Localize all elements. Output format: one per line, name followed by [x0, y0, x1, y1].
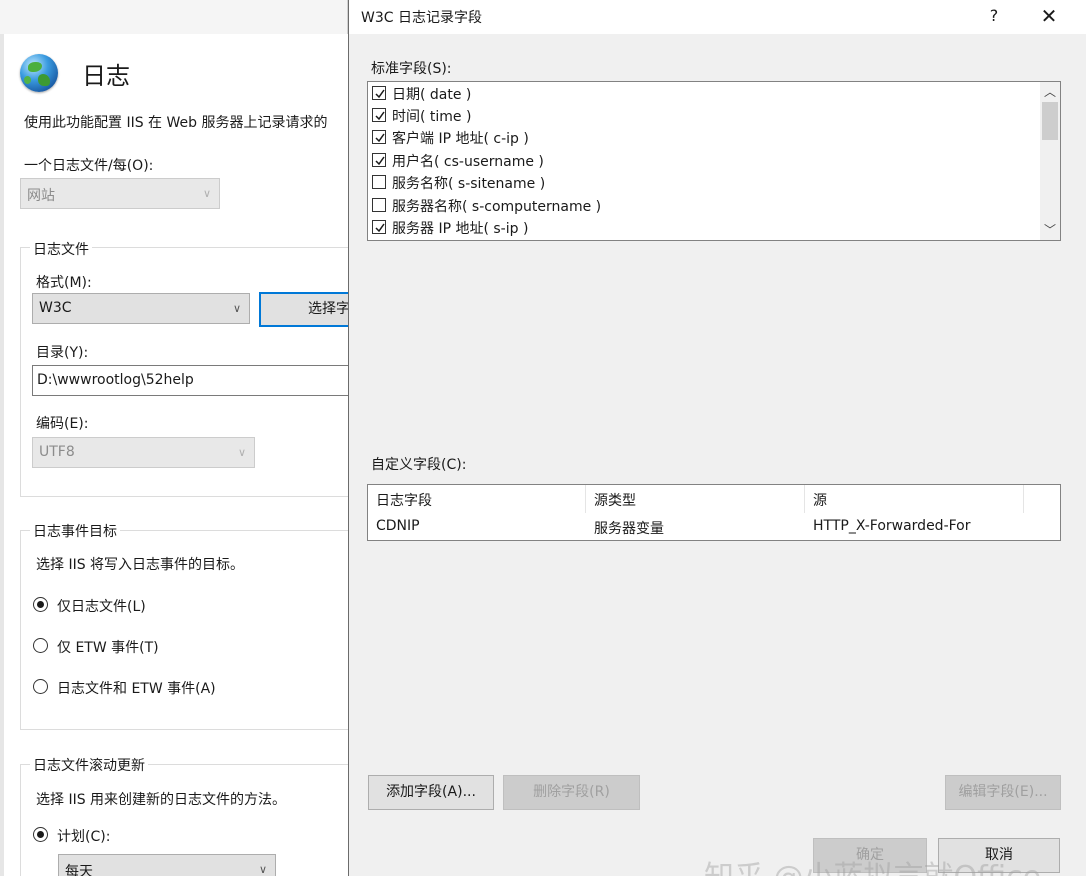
add-field-button[interactable]: 添加字段(A)...	[368, 775, 494, 810]
radio-log-file-only[interactable]	[33, 597, 48, 612]
list-item[interactable]: 服务名称( s-sitename )	[370, 172, 1038, 194]
remove-field-button[interactable]: 删除字段(R)	[503, 775, 640, 810]
page-description: 使用此功能配置 IIS 在 Web 服务器上记录请求的	[24, 115, 328, 131]
watermark: 知乎 @小蓝拟言就Office	[704, 852, 1041, 876]
log-file-group-title: 日志文件	[30, 239, 92, 259]
checkbox-client-ip[interactable]	[372, 130, 386, 144]
custom-fields-label: 自定义字段(C):	[371, 457, 467, 473]
table-cell: CDNIP	[376, 518, 420, 534]
format-value: W3C	[39, 300, 72, 316]
format-label: 格式(M):	[36, 275, 92, 291]
edit-field-button[interactable]: 编辑字段(E)...	[945, 775, 1061, 810]
checkbox-server-ip[interactable]	[372, 220, 386, 234]
field-label: 服务名称( s-sitename )	[392, 176, 546, 192]
w3c-logging-fields-dialog: W3C 日志记录字段 ? ✕ 标准字段(S): 日期( date ) 时间( t…	[348, 0, 1086, 876]
radio-etw-only[interactable]	[33, 638, 48, 653]
custom-fields-table[interactable]: 日志字段 源类型 源 CDNIP 服务器变量 HTTP_X-Forwarded-…	[367, 484, 1061, 541]
checkbox-sitename[interactable]	[372, 175, 386, 189]
window-tab-area	[0, 0, 348, 34]
directory-label: 目录(Y):	[36, 345, 89, 361]
radio-schedule-label: 计划(C):	[57, 829, 111, 845]
field-label: 用户名( cs-username )	[392, 154, 544, 170]
field-label: 客户端 IP 地址( c-ip )	[392, 131, 529, 147]
radio-both-label: 日志文件和 ETW 事件(A)	[57, 681, 216, 697]
chevron-down-icon: ∨	[232, 302, 241, 315]
radio-both[interactable]	[33, 679, 48, 694]
schedule-value: 每天	[65, 864, 93, 876]
chevron-down-icon: ∨	[202, 187, 211, 200]
checkbox-computername[interactable]	[372, 198, 386, 212]
list-item[interactable]: 服务器 IP 地址( s-ip )	[370, 217, 1038, 239]
list-item[interactable]: 用户名( cs-username )	[370, 150, 1038, 172]
scrollbar-thumb[interactable]	[1042, 102, 1058, 140]
list-item[interactable]: 客户端 IP 地址( c-ip )	[370, 127, 1038, 149]
scroll-up-icon[interactable]: ︿	[1040, 82, 1060, 102]
field-label: 日期( date )	[392, 87, 472, 103]
standard-fields-label: 标准字段(S):	[371, 61, 452, 77]
table-cell: HTTP_X-Forwarded-For	[813, 518, 971, 534]
help-button[interactable]: ?	[979, 2, 1009, 30]
column-header-source-type[interactable]: 源类型	[586, 485, 805, 513]
encoding-label: 编码(E):	[36, 416, 89, 432]
one-log-file-per-label: 一个日志文件/每(O):	[24, 158, 154, 174]
one-log-file-per-select[interactable]: 网站 ∨	[20, 178, 220, 209]
schedule-select[interactable]: 每天 ∨	[58, 854, 276, 876]
one-log-file-per-value: 网站	[27, 188, 55, 204]
dialog-titlebar: W3C 日志记录字段 ? ✕	[349, 0, 1086, 34]
list-item[interactable]: 服务器名称( s-computername )	[370, 195, 1038, 217]
radio-schedule[interactable]	[33, 827, 48, 842]
column-header-log-field[interactable]: 日志字段	[368, 485, 586, 513]
globe-icon	[20, 54, 58, 92]
rollover-description: 选择 IIS 用来创建新的日志文件的方法。	[36, 792, 287, 808]
dialog-title: W3C 日志记录字段	[361, 10, 482, 26]
event-destination-description: 选择 IIS 将写入日志事件的目标。	[36, 557, 245, 573]
format-select[interactable]: W3C ∨	[32, 293, 250, 324]
vertical-scrollbar[interactable]: ︿ ﹀	[1040, 82, 1060, 240]
field-label: 服务器名称( s-computername )	[392, 199, 602, 215]
select-fields-button[interactable]: 选择字	[259, 292, 352, 327]
checkbox-username[interactable]	[372, 153, 386, 167]
field-label: 时间( time )	[392, 109, 472, 125]
scroll-down-icon[interactable]: ﹀	[1040, 220, 1060, 240]
chevron-down-icon: ∨	[237, 446, 246, 459]
field-label: 服务器 IP 地址( s-ip )	[392, 221, 529, 237]
checkbox-date[interactable]	[372, 86, 386, 100]
page-title: 日志	[82, 62, 130, 90]
rollover-group-title: 日志文件滚动更新	[30, 755, 148, 775]
table-cell: 服务器变量	[594, 521, 664, 537]
close-button[interactable]: ✕	[1031, 2, 1067, 30]
encoding-select[interactable]: UTF8 ∨	[32, 437, 255, 468]
standard-fields-list[interactable]: 日期( date ) 时间( time ) 客户端 IP 地址( c-ip ) …	[367, 81, 1061, 241]
list-item[interactable]: 时间( time )	[370, 105, 1038, 127]
radio-etw-only-label: 仅 ETW 事件(T)	[57, 640, 159, 656]
encoding-value: UTF8	[39, 444, 75, 460]
event-destination-group-title: 日志事件目标	[30, 521, 120, 541]
directory-input[interactable]: D:\wwwrootlog\52help	[32, 365, 352, 396]
column-header-source[interactable]: 源	[805, 485, 1024, 513]
chevron-down-icon: ∨	[258, 863, 267, 876]
radio-log-file-only-label: 仅日志文件(L)	[57, 599, 146, 615]
checkbox-time[interactable]	[372, 108, 386, 122]
list-item[interactable]: 日期( date )	[370, 83, 1038, 105]
